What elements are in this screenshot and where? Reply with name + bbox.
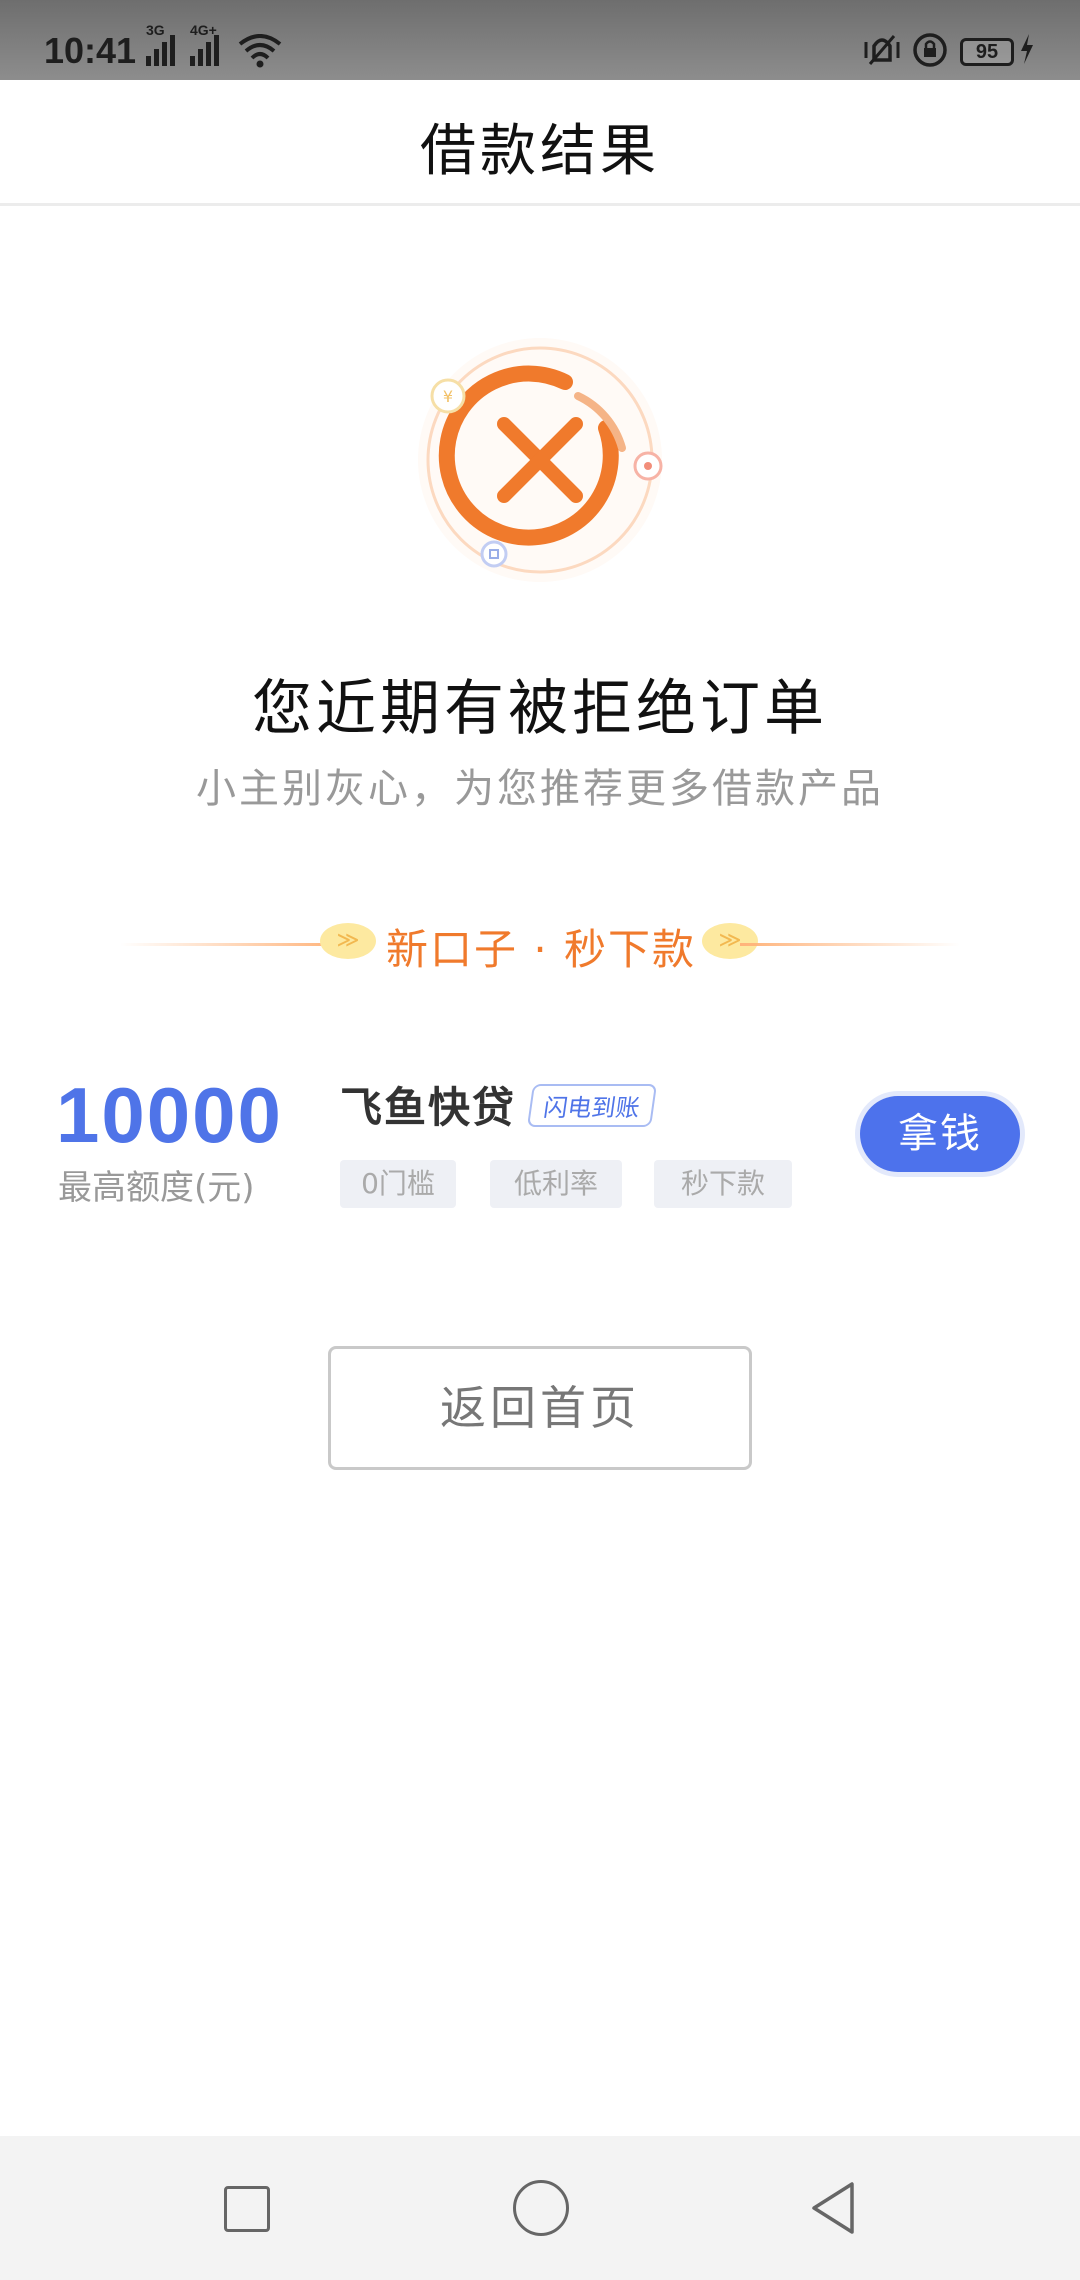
return-home-button[interactable]: 返回首页 — [328, 1346, 752, 1470]
signal-icon-3g: 3G — [146, 22, 175, 66]
status-bar: 10:41 3G 4G+ 95 — [0, 0, 1080, 80]
battery-icon: 95 — [960, 38, 1014, 66]
wifi-icon — [238, 34, 282, 68]
circle-icon[interactable] — [513, 2180, 569, 2236]
system-nav-bar — [0, 2136, 1080, 2280]
svg-text:¥: ¥ — [443, 387, 453, 406]
status-time: 10:41 — [44, 30, 137, 71]
product-name: 飞鱼快贷 — [340, 1083, 517, 1132]
section-label: 新口子 · 秒下款 — [385, 925, 697, 974]
signal-icon-4g: 4G+ — [190, 22, 219, 66]
page-title: 借款结果 — [420, 119, 660, 184]
section-divider: ≫ 新口子 · 秒下款 ≫ — [120, 910, 960, 980]
coin-icon-left: ≫ — [320, 923, 376, 959]
get-money-button[interactable]: 拿钱 — [860, 1096, 1020, 1172]
coin-icon-right: ≫ — [702, 923, 758, 959]
product-tag: 秒下款 — [654, 1160, 792, 1208]
max-amount: 10000 — [56, 1071, 283, 1159]
square-icon[interactable] — [224, 2186, 270, 2232]
product-badge: 闪电到账 — [526, 1084, 658, 1127]
rotation-lock-icon — [913, 33, 947, 67]
divider-line-left — [120, 943, 340, 946]
product-card[interactable]: 10000 最高额度(元) 飞鱼快贷 闪电到账 0门槛 低利率 秒下款 拿钱 — [0, 1050, 1080, 1240]
reject-x-icon: ¥ — [418, 338, 663, 582]
max-amount-label: 最高额度(元) — [58, 1168, 255, 1208]
result-title: 您近期有被拒绝订单 — [252, 674, 828, 744]
nav-header: 借款结果 — [0, 80, 1080, 206]
vibrate-icon — [864, 35, 900, 65]
triangle-back-icon[interactable] — [808, 2180, 858, 2236]
result-subtitle: 小主别灰心，为您推荐更多借款产品 — [196, 766, 884, 812]
charging-icon — [1021, 34, 1033, 64]
divider-line-right — [740, 943, 960, 946]
product-tag: 低利率 — [490, 1160, 622, 1208]
product-tag: 0门槛 — [340, 1160, 456, 1208]
